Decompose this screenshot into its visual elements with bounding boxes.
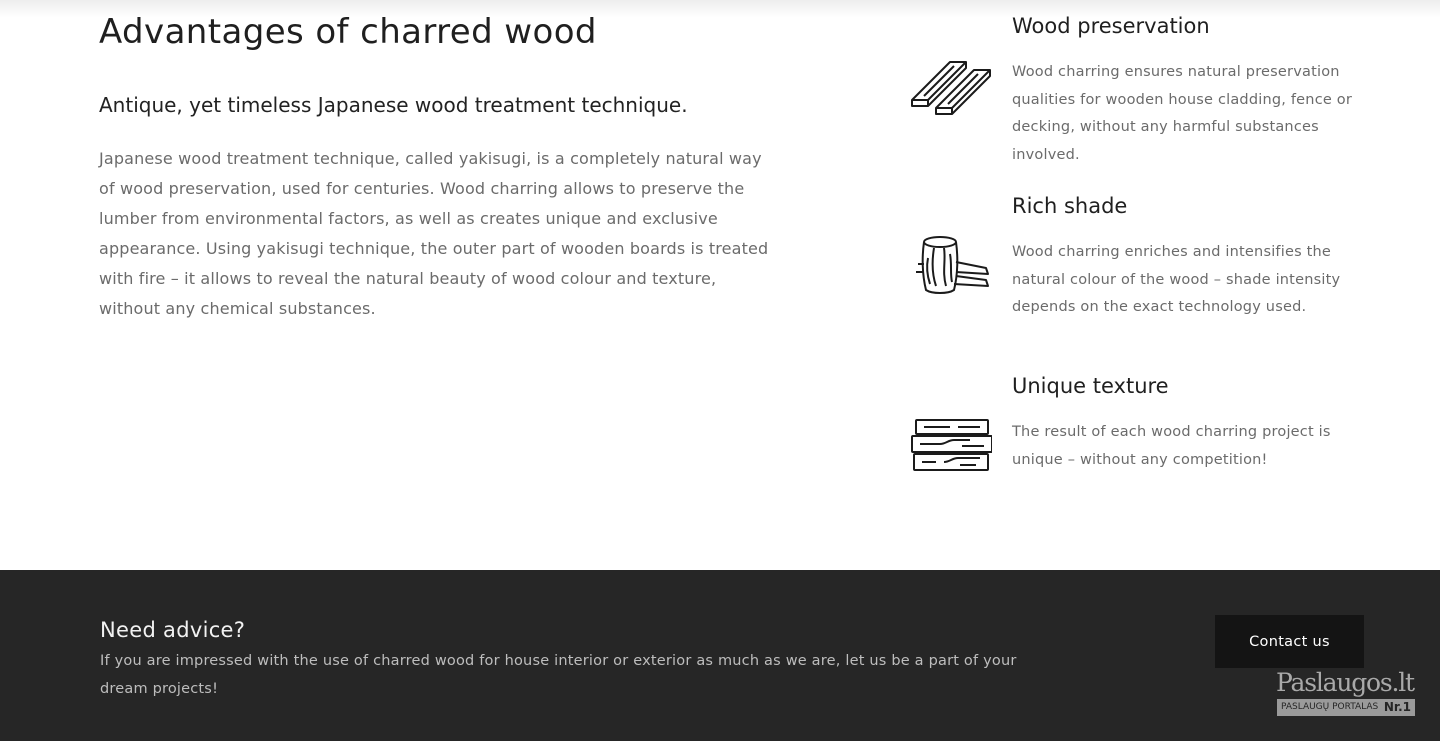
feature-text: Wood charring ensures natural preservati…	[1012, 64, 1353, 163]
badge-bar: PASLAUGŲ PORTALAS Nr.1	[1277, 699, 1415, 716]
section-description: Japanese wood treatment technique, calle…	[99, 149, 769, 318]
wood-stack-icon	[910, 416, 992, 476]
section-title: Advantages of charred wood	[99, 12, 597, 52]
feature-title: Rich shade	[1012, 194, 1128, 218]
wood-planks-icon	[910, 58, 992, 118]
feature-title: Unique texture	[1012, 374, 1169, 398]
advice-banner: Need advice? If you are impressed with t…	[0, 570, 1440, 741]
advice-text: If you are impressed with the use of cha…	[100, 653, 1017, 697]
badge-name: Paslaugos.lt	[1276, 668, 1415, 697]
section-subtitle: Antique, yet timeless Japanese wood trea…	[99, 93, 688, 117]
feature-title: Wood preservation	[1012, 14, 1210, 38]
advice-heading: Need advice?	[100, 618, 246, 642]
wood-log-icon	[910, 234, 992, 294]
badge-tagline: PASLAUGŲ PORTALAS	[1281, 702, 1379, 712]
contact-us-button[interactable]: Contact us	[1215, 615, 1364, 668]
paslaugos-badge[interactable]: Paslaugos.lt PASLAUGŲ PORTALAS Nr.1	[1276, 668, 1416, 718]
badge-rank: Nr.1	[1383, 700, 1411, 714]
feature-text: The result of each wood charring project…	[1012, 424, 1331, 468]
feature-text: Wood charring enriches and intensifies t…	[1012, 244, 1341, 316]
